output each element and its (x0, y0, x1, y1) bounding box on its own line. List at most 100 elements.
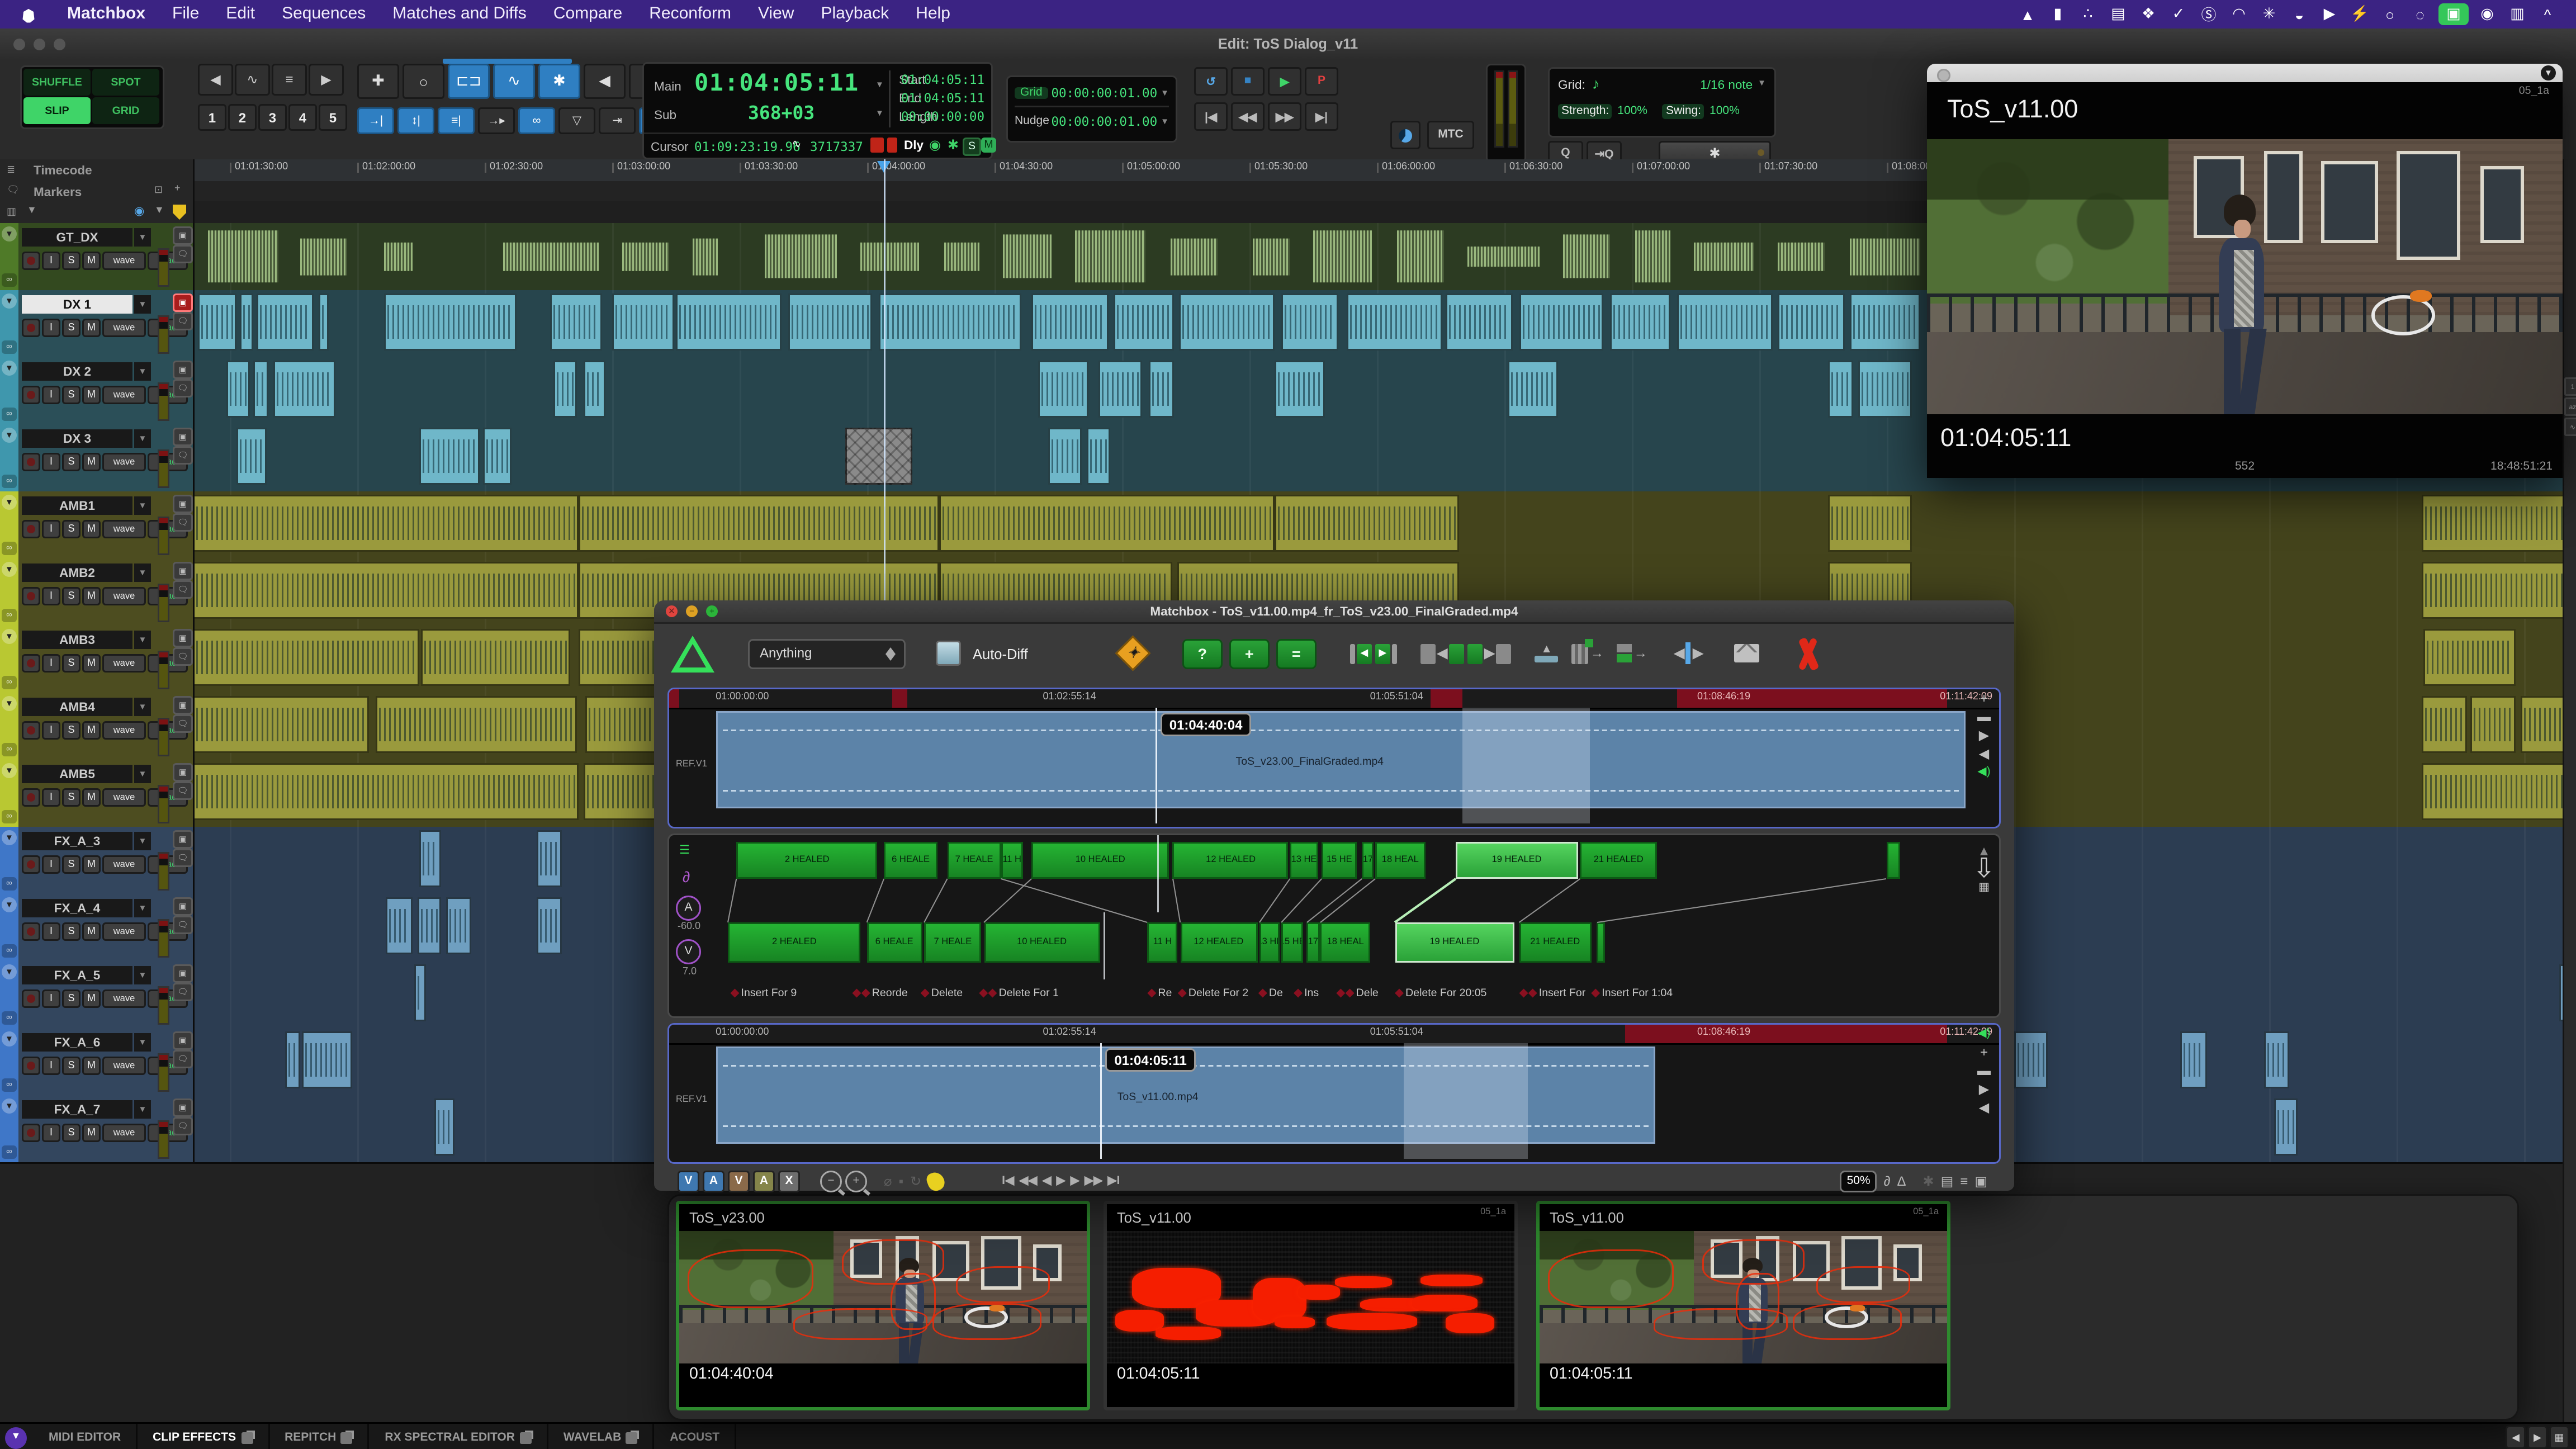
track-name[interactable]: GT_DX (22, 228, 132, 247)
record-enable-button[interactable] (22, 989, 40, 1008)
swing-value[interactable]: 100% (1710, 106, 1740, 117)
track-header[interactable]: ▼AMB2▼ISMwaveread▣🗨∞ (0, 558, 195, 627)
group-icon[interactable]: ∞ (2, 810, 17, 823)
loop-playback-button[interactable]: ↺ (1194, 67, 1228, 96)
tool-trim[interactable]: ⊏⊐ (448, 64, 490, 99)
audio-clip[interactable] (319, 293, 329, 351)
track-header[interactable]: ▼FX_A_6▼ISMwaveread▣🗨∞ (0, 1028, 195, 1097)
bottom-menu-icon[interactable]: ▼ (5, 1427, 27, 1448)
solo-button[interactable]: S (62, 922, 80, 941)
healed-clip[interactable]: 13 HE (1290, 842, 1318, 879)
disabled-filter-icon[interactable]: ⌀ (884, 1173, 892, 1188)
sub-counter-dropdown-icon[interactable]: ▼ (875, 109, 884, 119)
track-header[interactable]: ▼AMB3▼ISMwaveread▣🗨∞ (0, 626, 195, 694)
rewind-icon[interactable]: ◀ (1979, 1102, 1989, 1115)
track-comments-icon[interactable]: 🗨 (173, 983, 193, 1001)
cloud-icon[interactable]: ◠ (2227, 3, 2251, 25)
healed-clip[interactable]: 11 H (1147, 922, 1178, 963)
clip-fx-icon[interactable] (887, 138, 897, 153)
audio-clip[interactable] (2471, 696, 2516, 753)
edit-marker[interactable]: ◆De (1258, 986, 1283, 1000)
track-comments-icon[interactable]: 🗨 (173, 580, 193, 599)
waveform-zoom-icon[interactable]: ∿ (2564, 418, 2576, 436)
track-name-dropdown-icon[interactable]: ▼ (134, 698, 151, 716)
edit-marker[interactable]: ◆Ins (1294, 986, 1319, 1000)
audio-clip[interactable] (257, 293, 314, 351)
edit-window-titlebar[interactable]: Edit: ToS Dialog_v11 (0, 29, 2576, 60)
track-header[interactable]: ▼FX_A_4▼ISMwaveread▣🗨∞ (0, 894, 195, 963)
play-icon[interactable]: ▶ (1979, 730, 1989, 743)
input-monitor-button[interactable]: I (42, 587, 60, 605)
record-enable-button[interactable] (22, 252, 40, 270)
input-monitor-button[interactable]: I (42, 788, 60, 807)
group-icon[interactable]: ∞ (2, 609, 17, 622)
input-monitor-button[interactable]: I (42, 721, 60, 740)
tool-trim-nudge[interactable]: ✚ (357, 64, 399, 99)
healed-clip[interactable]: 6 HEALE (867, 922, 922, 963)
track-name[interactable]: AMB5 (22, 765, 132, 783)
drive-icon[interactable]: ◒ (2288, 3, 2311, 25)
layer-button-x4[interactable]: X (778, 1170, 800, 1192)
disabled-link-icon[interactable]: ▪ (898, 1173, 903, 1188)
view-selector-button[interactable]: wave (102, 788, 146, 807)
track-header[interactable]: ▼FX_A_5▼ISMwaveread▣🗨∞ (0, 961, 195, 1030)
audio-clip[interactable] (1778, 293, 1844, 351)
solo-button[interactable]: S (62, 319, 80, 337)
collapse-icon[interactable]: ▼ (2, 1031, 17, 1046)
zoom-wave-icon[interactable]: ∿ (235, 64, 270, 96)
audio-clip[interactable] (414, 964, 426, 1021)
track-output-icon[interactable]: ▣ (173, 696, 193, 714)
healed-clips-lane[interactable]: 2 HEALED6 HEALE7 HEALE11 H10 HEALED12 HE… (728, 835, 1947, 1016)
record-circle-icon[interactable]: ◉ (2475, 3, 2499, 25)
record-enable-button[interactable] (22, 319, 40, 337)
zoom-right-icon[interactable]: ▶ (309, 64, 344, 96)
collapse-icon[interactable]: ▼ (2, 293, 17, 309)
list-view-icon[interactable]: ≡ (1960, 1173, 1968, 1188)
zoom-out-icon[interactable]: ▬ (1977, 1065, 1991, 1078)
audio-clip[interactable] (1520, 293, 1603, 351)
step-fwd-button[interactable]: ▶ (1071, 1174, 1079, 1187)
audio-clip[interactable] (2264, 1031, 2290, 1088)
top-sequence-lane[interactable]: ToS_v23.00_FinalGraded.mp401:04:40:04 (716, 708, 1966, 823)
audio-clip[interactable] (226, 361, 250, 418)
menu-matches-and-diffs[interactable]: Matches and Diffs (379, 2, 540, 27)
mute-button[interactable]: M (82, 721, 101, 740)
audio-clip[interactable] (1827, 495, 1911, 552)
goto-prev-cut-button[interactable]: ◀ (1350, 643, 1372, 664)
keyboard-icon[interactable]: ▦ (1978, 882, 1990, 896)
audio-clip[interactable] (939, 495, 1275, 552)
next-event-button[interactable]: ▶▶ (1085, 1174, 1102, 1187)
strength-value[interactable]: 100% (1617, 106, 1647, 117)
group-icon[interactable]: ∞ (2, 273, 17, 287)
audio-clip[interactable] (550, 293, 603, 351)
audio-clip[interactable] (1113, 293, 1175, 351)
track-name[interactable]: AMB4 (22, 698, 132, 716)
input-monitor-button[interactable]: I (42, 654, 60, 673)
audio-mode-button[interactable]: A (676, 896, 701, 921)
filter-dropdown[interactable]: Anything (748, 638, 906, 669)
group-icon[interactable]: ∞ (2, 676, 17, 689)
track-comments-icon[interactable]: 🗨 (173, 647, 193, 666)
audio-clip[interactable] (1346, 293, 1441, 351)
group-icon[interactable]: ∞ (2, 340, 17, 354)
input-monitor-button[interactable]: I (42, 855, 60, 874)
mute-button[interactable]: M (82, 654, 101, 673)
collapse-icon[interactable]: ▼ (2, 897, 17, 912)
mute-badge[interactable]: M (981, 138, 996, 153)
play-icon[interactable]: ▶ (1979, 1083, 1989, 1097)
tab-wavelab[interactable]: WAVELAB (548, 1424, 655, 1449)
zoom-preset-5[interactable]: 5 (319, 104, 347, 131)
track-name-dropdown-icon[interactable]: ▼ (134, 295, 151, 314)
user-check-icon[interactable]: ✓ (2167, 3, 2190, 25)
track-name[interactable]: DX 2 (22, 362, 132, 381)
track-header[interactable]: ▼FX_A_7▼ISMwaveread▣🗨∞ (0, 1095, 195, 1164)
track-output-icon[interactable]: ▣ (173, 964, 193, 983)
audio-clip[interactable] (1859, 361, 1911, 418)
timecode-ruler-label[interactable]: Timecode (34, 163, 92, 178)
audio-clip[interactable] (2014, 1031, 2047, 1088)
group-icon[interactable]: ∞ (2, 475, 17, 488)
video-titlebar[interactable]: ▼ (1927, 64, 2563, 82)
zoom-preset-3[interactable]: 3 (258, 104, 287, 131)
video-mode-button[interactable]: V (676, 939, 701, 964)
menu-view[interactable]: View (745, 2, 808, 27)
